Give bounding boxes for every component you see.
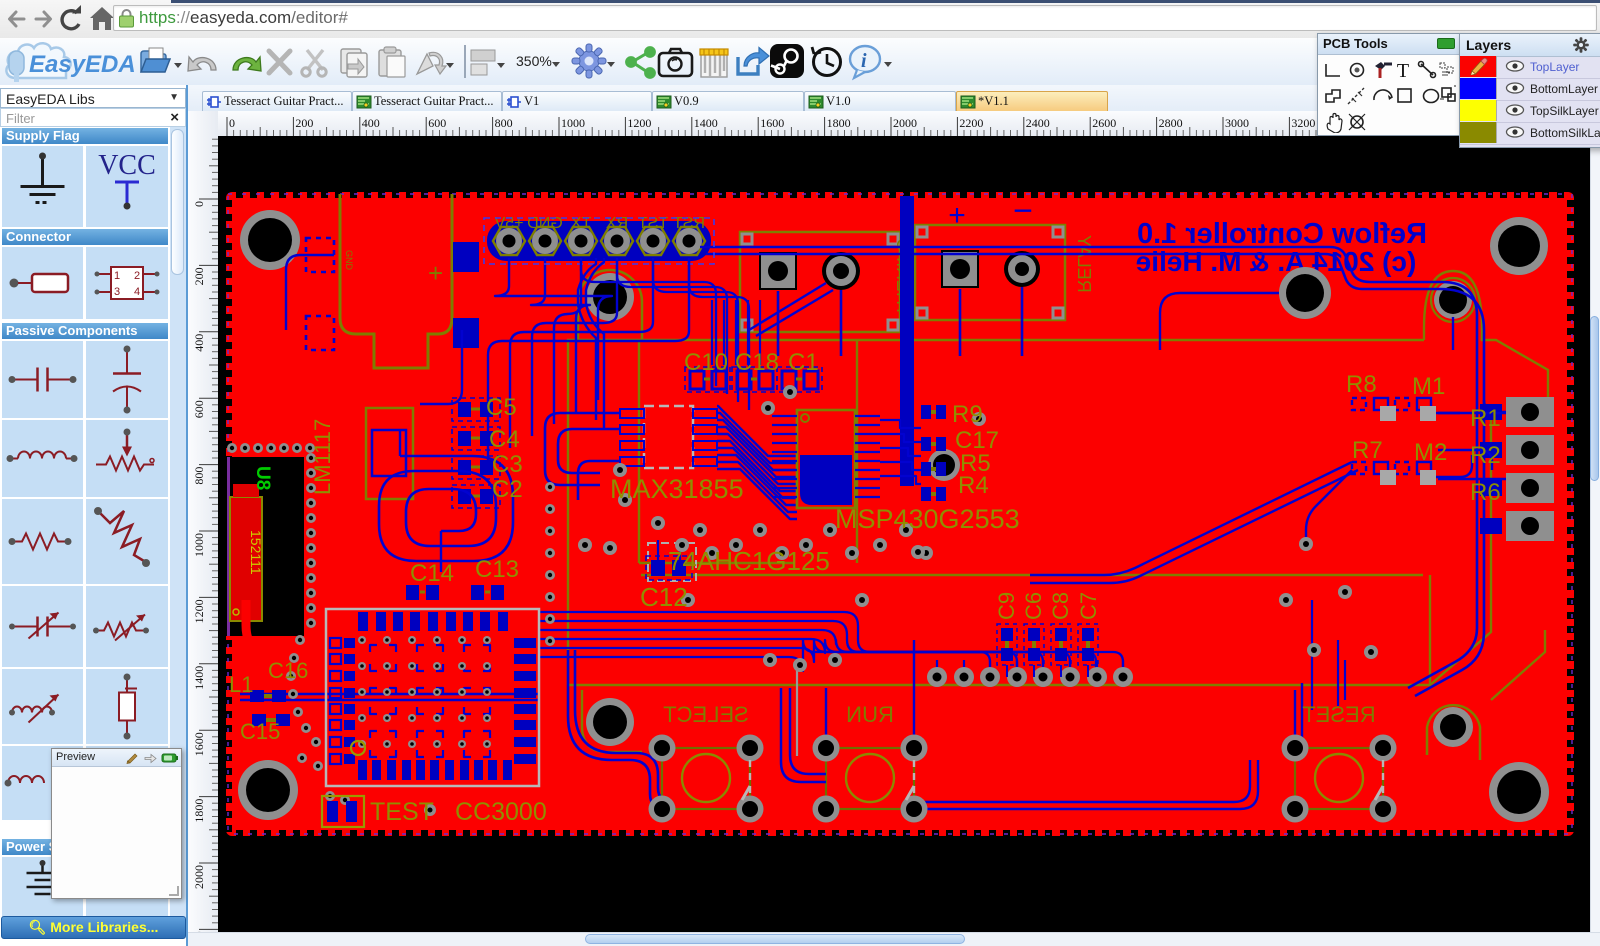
svg-text:U8: U8 — [252, 466, 273, 490]
svg-text:R4: R4 — [958, 472, 989, 499]
svg-text:4: 4 — [134, 286, 140, 298]
svg-text:1400: 1400 — [694, 116, 718, 130]
svg-text:CC3000: CC3000 — [455, 798, 547, 826]
svg-text:T: T — [1397, 60, 1409, 82]
svg-text:M2: M2 — [1414, 439, 1447, 466]
svg-text:C3: C3 — [492, 451, 523, 478]
svg-text:+: + — [428, 258, 443, 288]
svg-text:M1: M1 — [1412, 373, 1445, 400]
svg-text:MSP430G2553: MSP430G2553 — [835, 504, 1020, 534]
svg-text:R2: R2 — [1470, 442, 1501, 469]
svg-text:L1: L1 — [229, 672, 253, 697]
svg-text:0: 0 — [192, 201, 206, 207]
svg-text:C5: C5 — [486, 394, 517, 421]
svg-text:R7: R7 — [1352, 437, 1383, 464]
svg-text:LM1117: LM1117 — [310, 419, 335, 495]
svg-text:1200: 1200 — [192, 599, 206, 623]
svg-text:C14: C14 — [410, 560, 454, 587]
svg-text:C15: C15 — [240, 719, 280, 744]
svg-text:1800: 1800 — [827, 116, 851, 130]
svg-text:2200: 2200 — [959, 116, 983, 130]
svg-text:R8: R8 — [1346, 371, 1377, 398]
svg-text:3: 3 — [114, 286, 120, 298]
svg-text:2000: 2000 — [192, 865, 206, 889]
svg-text:2000: 2000 — [893, 116, 917, 130]
svg-text:1000: 1000 — [561, 116, 585, 130]
svg-text:RUN: RUN — [846, 702, 894, 727]
svg-text:RESET: RESET — [1302, 702, 1375, 727]
svg-text:(c) 2014 A. & M. Helie: (c) 2014 A. & M. Helie — [1136, 246, 1417, 277]
svg-text:EasyEDA: EasyEDA — [29, 51, 136, 78]
svg-text:R1: R1 — [1470, 405, 1501, 432]
svg-text:1800: 1800 — [192, 799, 206, 823]
svg-text:GND: GND — [344, 250, 354, 271]
svg-text:2400: 2400 — [1026, 116, 1050, 130]
svg-text:C16: C16 — [268, 658, 308, 683]
svg-text:C2: C2 — [492, 476, 523, 503]
svg-text:74AHC1G125: 74AHC1G125 — [668, 546, 830, 576]
svg-text:C13: C13 — [475, 556, 519, 583]
svg-text:R6: R6 — [1470, 479, 1501, 506]
svg-text:600: 600 — [428, 116, 446, 130]
svg-text:SELECT: SELECT — [663, 702, 749, 727]
svg-text:C6: C6 — [1021, 592, 1046, 620]
svg-text:C12: C12 — [640, 582, 688, 612]
svg-text:i: i — [861, 50, 867, 72]
svg-text:1200: 1200 — [627, 116, 651, 130]
svg-text:800: 800 — [495, 116, 513, 130]
svg-text:RELAY: RELAY — [1074, 235, 1094, 293]
svg-text:2600: 2600 — [1092, 116, 1116, 130]
svg-text:200: 200 — [192, 267, 206, 285]
svg-text:TEST: TEST — [370, 798, 434, 826]
svg-text:C7: C7 — [1076, 592, 1101, 620]
svg-text:152111: 152111 — [248, 530, 264, 575]
svg-text:MAX31855: MAX31855 — [610, 474, 744, 504]
svg-text:600: 600 — [192, 400, 206, 418]
svg-text:C4: C4 — [489, 426, 520, 453]
svg-text:2800: 2800 — [1159, 116, 1183, 130]
svg-text:0: 0 — [229, 116, 235, 130]
svg-text:1400: 1400 — [192, 666, 206, 690]
svg-text:C10: C10 — [684, 349, 728, 376]
svg-text:1: 1 — [114, 270, 120, 282]
svg-text:+: + — [948, 199, 966, 232]
svg-text:C1: C1 — [788, 349, 819, 376]
svg-text:800: 800 — [192, 467, 206, 485]
svg-text:3000: 3000 — [1225, 116, 1249, 130]
svg-text:400: 400 — [362, 116, 380, 130]
svg-text:3200: 3200 — [1291, 116, 1315, 130]
svg-text:C9: C9 — [994, 592, 1019, 620]
svg-text:1600: 1600 — [760, 116, 784, 130]
svg-text:VCC: VCC — [98, 150, 156, 181]
svg-text:400: 400 — [192, 334, 206, 352]
svg-text:1600: 1600 — [192, 732, 206, 756]
svg-text:R9: R9 — [952, 401, 983, 428]
svg-text:2: 2 — [134, 270, 140, 282]
svg-text:200: 200 — [295, 116, 313, 130]
svg-text:−: − — [1013, 192, 1033, 230]
svg-text:C8: C8 — [1048, 592, 1073, 620]
svg-text:1000: 1000 — [192, 533, 206, 557]
svg-text:C18: C18 — [735, 349, 779, 376]
